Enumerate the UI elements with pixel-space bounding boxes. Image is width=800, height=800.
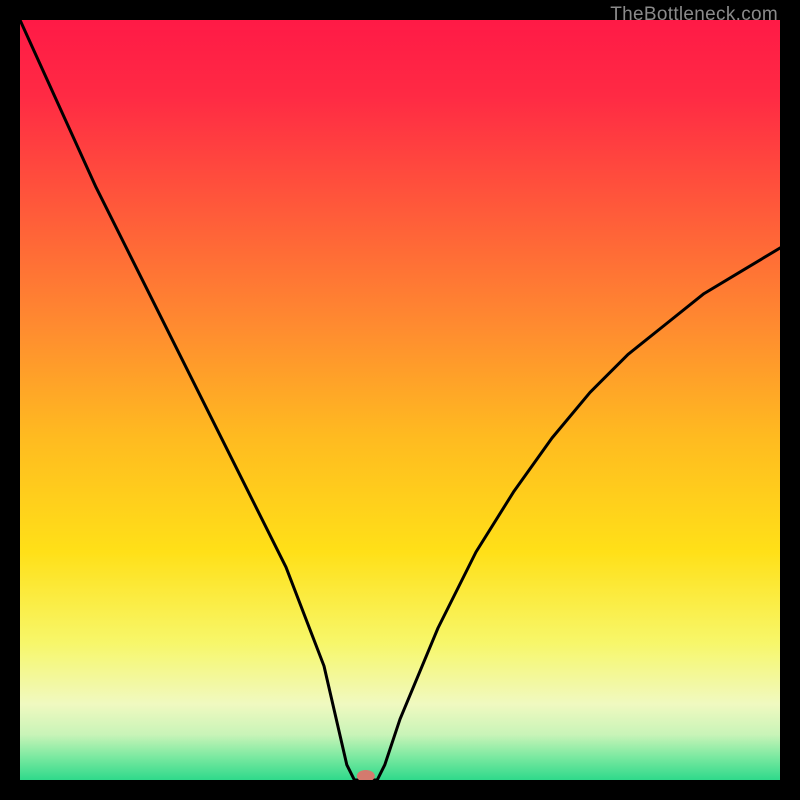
chart-frame: TheBottleneck.com: [0, 0, 800, 800]
bottleneck-chart: [20, 20, 780, 780]
plot-area: [20, 20, 780, 780]
gradient-background: [20, 20, 780, 780]
